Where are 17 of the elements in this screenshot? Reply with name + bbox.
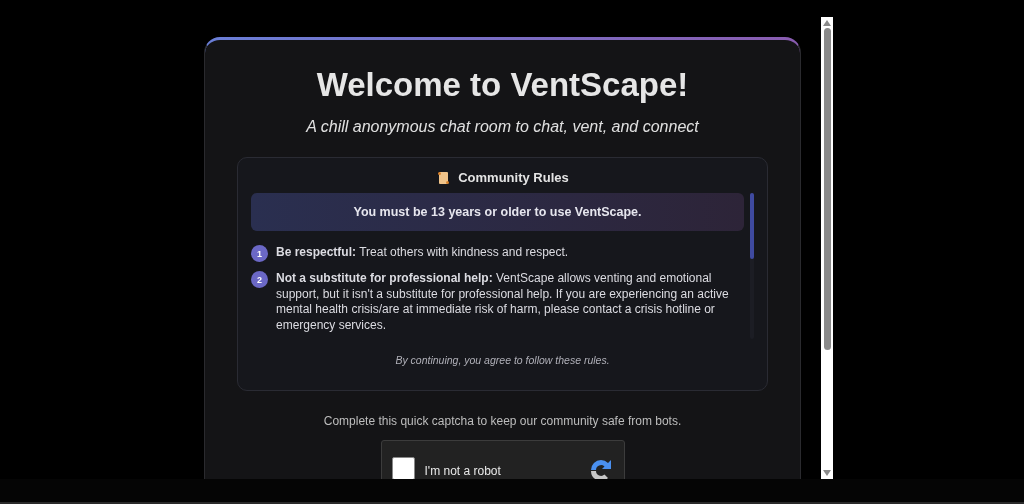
age-notice: You must be 13 years or older to use VentScape.: [251, 193, 744, 231]
rule-number: 1: [251, 245, 268, 262]
rule-text: Not a substitute for professional help: VentScape allows venting and emotional support, but it isn't a substitute for professional help. If you are experiencing an active mental health crisis/are at immediate risk of harm, please contact a crisis hotline or emergency services.: [276, 271, 730, 333]
rules-footer: By continuing, you agree to follow these rules.: [251, 354, 754, 366]
dialog-title: Welcome to VentScape!: [316, 66, 689, 104]
captcha-checkbox[interactable]: [391, 457, 415, 479]
scrollbar[interactable]: [821, 17, 833, 479]
scroll-down-arrow-icon[interactable]: [823, 470, 831, 476]
scroll-up-arrow-icon[interactable]: [823, 20, 831, 26]
captcha-prompt: Complete this quick captcha to keep our community safe from bots.: [323, 414, 682, 428]
rule-text: Be respectful: Treat others with kindness and respect.: [276, 245, 570, 261]
rules-heading: Community Rules: [458, 170, 569, 185]
scroll-icon: [436, 170, 451, 185]
captcha-label: I'm not a robot: [424, 464, 502, 478]
rule-number: 2: [251, 271, 268, 288]
dialog-subtitle: A chill anonymous chat room to chat, vent, and connect: [306, 118, 699, 136]
scrollbar[interactable]: [750, 193, 754, 339]
